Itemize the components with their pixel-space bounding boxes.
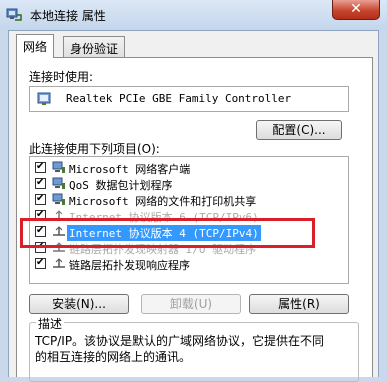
list-item-label: Microsoft 网络客户端 [69,163,191,176]
description-text: TCP/IP。该协议是默认的广域网络协议，它提供在不同 的相互连接的网络上的通讯… [35,333,353,365]
description-line: 的相互连接的网络上的通讯。 [35,350,192,364]
network-connection-icon [6,8,22,21]
list-item[interactable]: 链路层拓扑发现响应程序 [30,256,348,272]
qos-icon [52,177,65,189]
install-button[interactable]: 安装(N)... [29,294,129,314]
adapter-name: Realtek PCIe GBE Family Controller [66,92,292,105]
highlight-box [20,218,315,248]
configure-button[interactable]: 配置(C)... [256,120,342,140]
file-share-icon [52,193,65,205]
protocol-icon [53,258,65,268]
properties-button[interactable]: 属性(R) [249,294,349,314]
window-title: 本地连接 属性 [30,9,106,23]
checkbox[interactable] [35,256,46,270]
close-icon: ✕ [350,1,362,17]
description-line: TCP/IP。该协议是默认的广域网络协议，它提供在不同 [35,334,325,348]
items-label: 此连接使用下列项目(O): [29,142,160,156]
list-item-label: 链路层拓扑发现响应程序 [69,259,190,272]
network-client-icon [52,161,65,173]
description-group: 描述 TCP/IP。该协议是默认的广域网络协议，它提供在不同 的相互连接的网络上… [29,315,359,382]
network-tab-panel: 连接时使用: Realtek PCIe GBE Family Controlle… [16,57,373,382]
adapter-field: Realtek PCIe GBE Family Controller [29,86,349,112]
list-item[interactable]: QoS 数据包计划程序 [30,176,348,192]
network-adapter-icon [37,92,51,105]
checkbox[interactable] [35,176,46,190]
description-label: 描述 [36,315,65,332]
list-item[interactable]: Microsoft 网络的文件和打印机共享 [30,192,348,208]
list-item[interactable]: Microsoft 网络客户端 [30,160,348,176]
connect-using-label: 连接时使用: [29,70,94,84]
close-button[interactable]: ✕ [332,0,380,20]
tab-network[interactable]: 网络 [16,34,55,58]
checkbox[interactable] [35,192,46,206]
uninstall-button[interactable]: 卸载(U) [141,294,241,314]
list-item-label: QoS 数据包计划程序 [69,179,173,192]
tab-authentication[interactable]: 身份验证 [63,36,126,58]
checkbox[interactable] [35,160,46,174]
list-item-label: Microsoft 网络的文件和打印机共享 [69,195,257,208]
title-bar: 本地连接 属性 ✕ [0,0,387,30]
